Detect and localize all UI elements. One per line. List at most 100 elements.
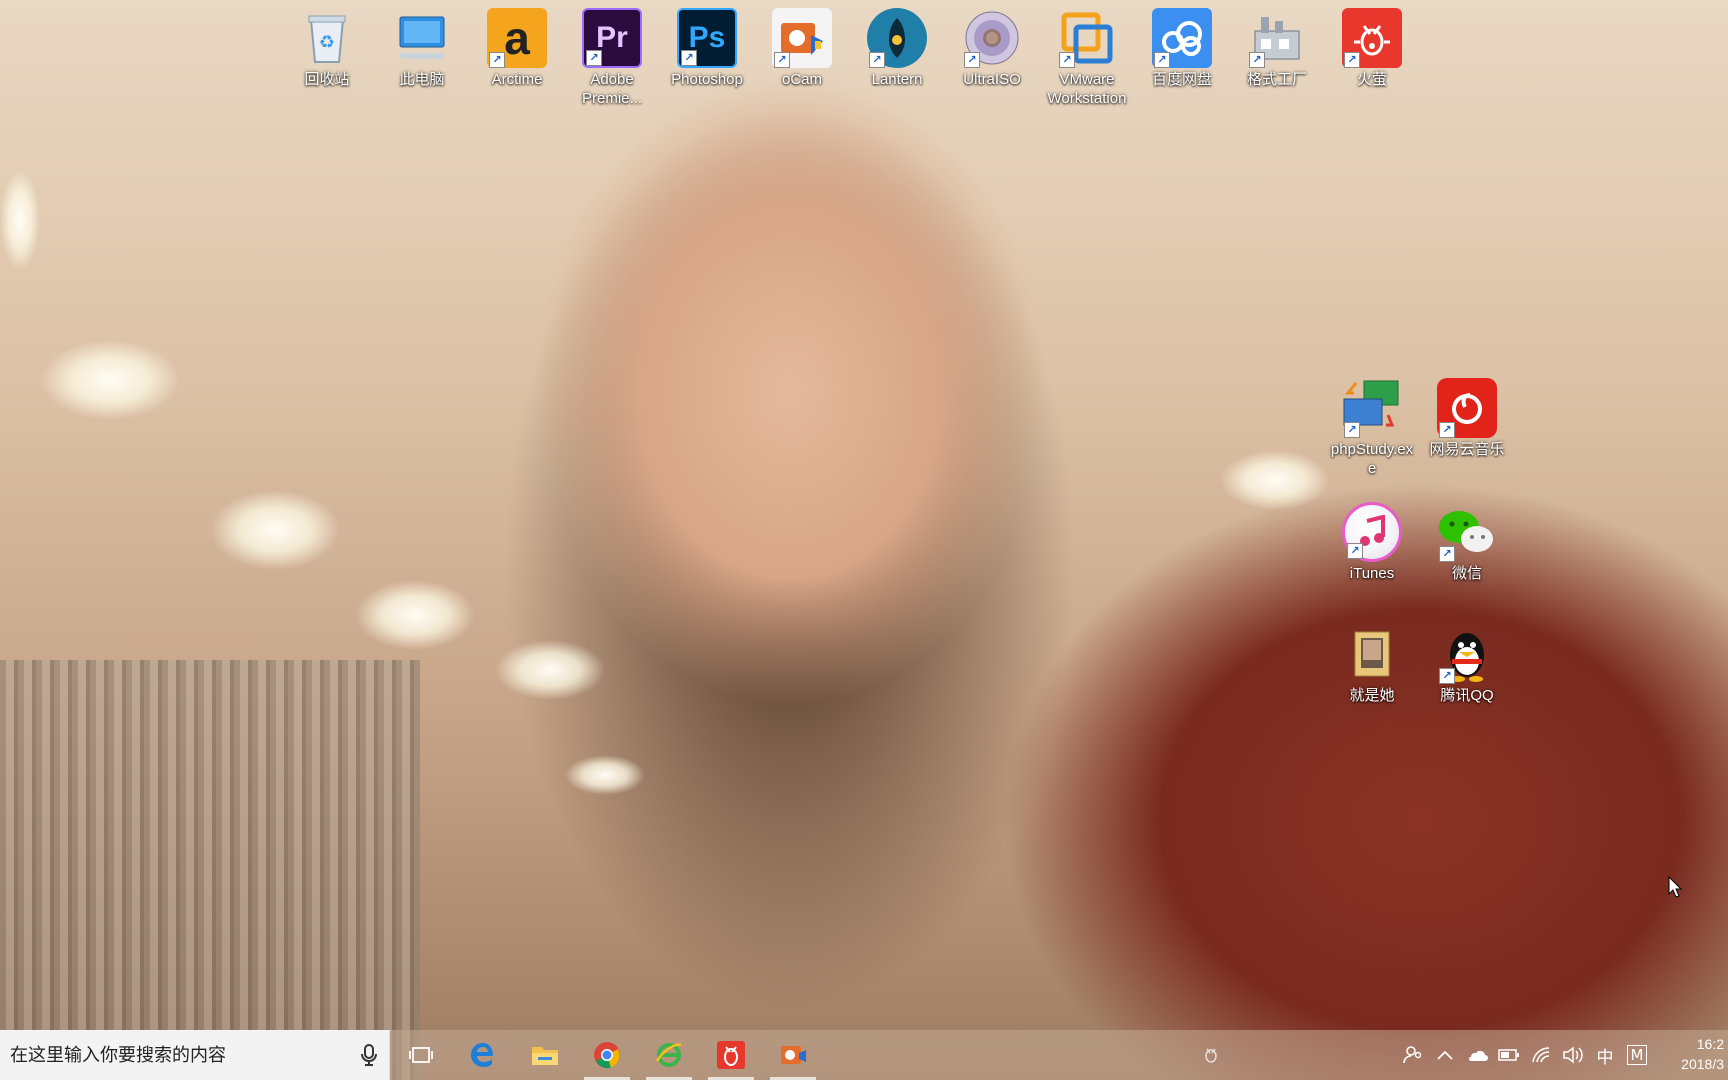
battery-button[interactable] <box>1494 1030 1524 1080</box>
desktop-icon-firefly[interactable]: ↗ 火萤 <box>1325 4 1419 89</box>
phpstudy-icon: ↗ <box>1342 378 1402 438</box>
desktop-icon-label: oCam <box>781 71 822 88</box>
desktop-icon-label: 网易云音乐 <box>1429 441 1505 458</box>
baidu-netdisk-icon: ↗ <box>1152 8 1212 68</box>
taskbar-file-explorer-button[interactable] <box>514 1030 576 1080</box>
shortcut-arrow-icon: ↗ <box>869 52 885 68</box>
lantern-icon: ↗ <box>867 8 927 68</box>
ceiling-light <box>565 755 645 795</box>
photoshop-icon: Ps ↗ <box>677 8 737 68</box>
desktop-icon-label: 微信 <box>1451 565 1482 582</box>
ceiling-light <box>0 170 40 270</box>
mouse-pointer-icon <box>1668 876 1682 898</box>
ceiling-light <box>355 580 475 650</box>
desktop-icon-ultraiso[interactable]: ↗ UltraISO <box>945 4 1039 89</box>
network-button[interactable] <box>1526 1030 1556 1080</box>
chrome-icon <box>594 1042 620 1068</box>
taskbar-edge-button[interactable] <box>452 1030 514 1080</box>
desktop-icon-lantern[interactable]: ↗ Lantern <box>850 4 944 89</box>
desktop-icon-ocam[interactable]: ↗ oCam <box>755 4 849 89</box>
chevron-up-icon <box>1437 1050 1453 1060</box>
desktop-icon-label: 火萤 <box>1356 71 1387 88</box>
desktop-icon-phpstudy[interactable]: ↗ phpStudy.exe <box>1325 374 1419 478</box>
netease-music-icon: ↗ <box>1437 378 1497 438</box>
shortcut-arrow-icon: ↗ <box>1059 52 1075 68</box>
premiere-icon: Pr ↗ <box>582 8 642 68</box>
svg-text:♻: ♻ <box>319 32 335 53</box>
ime-mode-label: M <box>1627 1045 1647 1065</box>
itunes-icon: ↗ <box>1342 502 1402 562</box>
desktop-icon-label: iTunes <box>1349 565 1395 582</box>
taskbar-clock[interactable]: 16:2 2018/3 <box>1654 1030 1728 1080</box>
desktop-icon-label: 格式工厂 <box>1246 71 1307 88</box>
taskbar-chrome-button[interactable] <box>576 1030 638 1080</box>
microphone-icon[interactable] <box>359 1043 379 1067</box>
system-tray: 中 M 16:2 2018/3 <box>1196 1030 1728 1080</box>
cloud-icon <box>1469 1050 1488 1061</box>
taskbar-search-box[interactable] <box>0 1030 390 1080</box>
desktop-icon-baidu-netdisk[interactable]: ↗ 百度网盘 <box>1135 4 1229 89</box>
speaker-icon <box>1563 1046 1583 1064</box>
desktop-icon-adobe-premiere[interactable]: Pr ↗ Adobe Premie... <box>565 4 659 108</box>
ocam-icon: ↗ <box>772 8 832 68</box>
desktop-icon-folder-jiushita[interactable]: 就是她 <box>1325 620 1419 705</box>
taskbar-firefly-button[interactable] <box>700 1030 762 1080</box>
desktop-icon-label: 此电脑 <box>399 71 445 88</box>
desktop-icon-label: 腾讯QQ <box>1440 687 1494 704</box>
search-input[interactable] <box>10 1044 351 1066</box>
shortcut-arrow-icon: ↗ <box>1249 52 1265 68</box>
desktop-icon-qq[interactable]: ↗ 腾讯QQ <box>1420 620 1514 705</box>
tray-app-button[interactable] <box>1196 1030 1226 1080</box>
shortcut-arrow-icon: ↗ <box>1344 422 1360 438</box>
ime-mode-button[interactable]: M <box>1622 1030 1652 1080</box>
ocam-icon <box>781 1046 806 1064</box>
ime-language-button[interactable]: 中 <box>1590 1030 1620 1080</box>
firefly-icon <box>717 1041 745 1069</box>
volume-button[interactable] <box>1558 1030 1588 1080</box>
shortcut-arrow-icon: ↗ <box>1439 668 1455 684</box>
desktop-icon-arctime[interactable]: a ↗ Arctime <box>470 4 564 89</box>
onedrive-button[interactable] <box>1462 1030 1492 1080</box>
show-hidden-icons-button[interactable] <box>1430 1030 1460 1080</box>
desktop-icon-label: Lantern <box>871 71 923 88</box>
task-view-icon <box>409 1047 433 1063</box>
curtain <box>0 660 420 1080</box>
taskbar-ie-button[interactable] <box>638 1030 700 1080</box>
edge-icon <box>471 1043 493 1067</box>
desktop-icon-itunes[interactable]: ↗ iTunes <box>1325 498 1419 583</box>
desktop-icon-wechat[interactable]: ↗ 微信 <box>1420 498 1514 583</box>
desktop-icon-label: 百度网盘 <box>1151 71 1212 88</box>
format-factory-icon: ↗ <box>1247 8 1307 68</box>
shortcut-arrow-icon: ↗ <box>964 52 980 68</box>
wifi-icon <box>1532 1047 1550 1063</box>
shortcut-arrow-icon: ↗ <box>489 52 505 68</box>
ultraiso-icon: ↗ <box>962 8 1022 68</box>
shortcut-arrow-icon: ↗ <box>1439 422 1455 438</box>
task-view-button[interactable] <box>390 1030 452 1080</box>
clock-date: 2018/3 <box>1681 1056 1724 1072</box>
firefly-icon: ↗ <box>1342 8 1402 68</box>
desktop-icon-label: Arctime <box>491 71 543 88</box>
shortcut-arrow-icon: ↗ <box>1347 543 1363 559</box>
desktop-icon-netease-music[interactable]: ↗ 网易云音乐 <box>1420 374 1514 459</box>
desktop-icon-photoshop[interactable]: Ps ↗ Photoshop <box>660 4 754 89</box>
arctime-icon: a ↗ <box>487 8 547 68</box>
ceiling-light <box>1220 450 1330 510</box>
desktop-icon-label: 回收站 <box>304 71 350 88</box>
people-button[interactable] <box>1398 1030 1428 1080</box>
desktop-icon-label: 就是她 <box>1349 687 1395 704</box>
ie-icon <box>655 1043 682 1067</box>
people-icon <box>1403 1046 1422 1064</box>
clock-time: 16:2 <box>1696 1036 1724 1052</box>
qq-icon: ↗ <box>1437 624 1497 684</box>
firefly-tray-icon <box>1205 1048 1217 1063</box>
desktop-icon-format-factory[interactable]: ↗ 格式工厂 <box>1230 4 1324 89</box>
desktop-icon-vmware[interactable]: ↗ VMware Workstation <box>1040 4 1134 108</box>
desktop-icon-label: Photoshop <box>671 71 743 88</box>
desktop-icon-recycle-bin[interactable]: ♻ 回收站 <box>280 4 374 89</box>
desktop-icon-this-pc[interactable]: 此电脑 <box>375 4 469 89</box>
taskbar: 中 M 16:2 2018/3 <box>0 1030 1728 1080</box>
folder-icon <box>1342 624 1402 684</box>
battery-icon <box>1498 1049 1519 1061</box>
taskbar-ocam-button[interactable] <box>762 1030 824 1080</box>
